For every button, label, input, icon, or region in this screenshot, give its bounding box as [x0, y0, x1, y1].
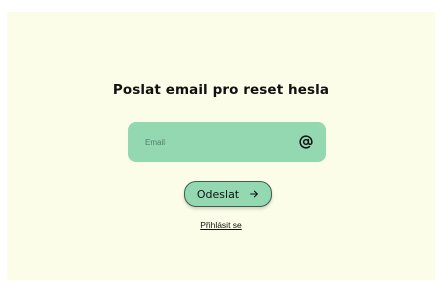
email-field[interactable] — [128, 122, 299, 162]
arrow-right-icon — [249, 189, 259, 199]
submit-button-label: Odeslat — [196, 187, 240, 201]
reset-password-panel: Poslat email pro reset hesla Odeslat Při… — [7, 12, 435, 280]
submit-button[interactable]: Odeslat — [184, 181, 272, 207]
login-link-container: Přihlásit se — [7, 220, 435, 230]
login-link[interactable]: Přihlásit se — [200, 220, 242, 230]
email-field-container[interactable] — [128, 122, 326, 162]
page-title: Poslat email pro reset hesla — [112, 82, 330, 98]
at-icon — [299, 135, 313, 149]
